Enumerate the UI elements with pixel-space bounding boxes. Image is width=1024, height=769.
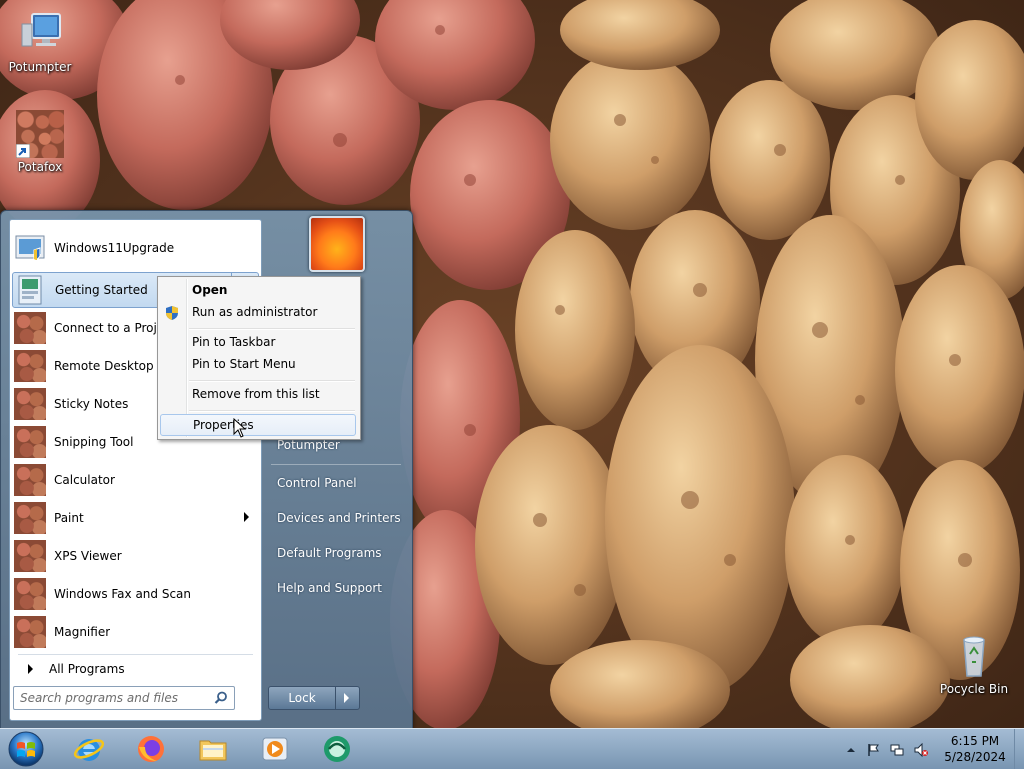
context-menu: Open Run as administrator Pin to Taskbar…	[157, 276, 361, 440]
start-link-label: Devices and Printers	[277, 511, 401, 525]
desktop-icon-computer[interactable]: Potumpter	[0, 10, 80, 74]
taskbar-clock[interactable]: 6:15 PM 5/28/2024	[940, 733, 1010, 765]
taskbar-app[interactable]	[312, 731, 362, 767]
firefox-icon	[138, 736, 164, 762]
program-item-paint[interactable]: Paint	[12, 500, 259, 536]
potato-icon	[14, 312, 46, 344]
internet-explorer-icon	[73, 739, 105, 761]
search-input[interactable]	[20, 690, 206, 705]
potato-icon	[14, 578, 46, 610]
all-programs-label: All Programs	[49, 662, 125, 676]
desktop-icon-recycle-bin[interactable]: Pocycle Bin	[934, 632, 1014, 696]
start-link-help-support[interactable]: Help and Support	[267, 575, 403, 601]
start-orb-icon[interactable]	[4, 730, 48, 768]
clock-time: 6:15 PM	[950, 734, 1000, 748]
program-item-label: Snipping Tool	[54, 435, 134, 449]
volume-muted-icon[interactable]	[914, 743, 928, 757]
right-pane-separator	[271, 464, 401, 465]
context-menu-remove[interactable]: Remove from this list	[160, 383, 356, 405]
context-menu-separator	[189, 328, 355, 330]
program-item-label: Windows Fax and Scan	[54, 587, 192, 601]
taskbar-media-player[interactable]	[250, 731, 300, 767]
taskbar-file-explorer[interactable]	[188, 731, 238, 767]
all-programs-button[interactable]: All Programs	[18, 656, 253, 682]
start-link-control-panel[interactable]: Control Panel	[267, 470, 403, 496]
potato-icon	[14, 540, 46, 572]
taskbar: 6:15 PM 5/28/2024	[0, 728, 1024, 769]
desktop-icon-label: Pocycle Bin	[939, 682, 1009, 696]
program-item-windows11upgrade[interactable]: Windows11Upgrade	[12, 230, 259, 266]
program-item-calculator[interactable]: Calculator	[12, 462, 259, 498]
potato-icon	[14, 388, 46, 420]
desktop-icon-shortcut[interactable]: Potafox	[0, 110, 80, 174]
context-menu-pin-start[interactable]: Pin to Start Menu	[160, 353, 356, 375]
program-item-xps-viewer[interactable]: XPS Viewer	[12, 538, 259, 574]
start-link-label: Default Programs	[277, 546, 382, 560]
start-link-label: Help and Support	[277, 581, 382, 595]
mouse-cursor-icon	[233, 418, 247, 438]
arrow-right-icon	[28, 664, 33, 674]
desktop-icon-label: Potumpter	[8, 60, 72, 74]
program-item-label: Sticky Notes	[54, 397, 129, 411]
start-link-default-programs[interactable]: Default Programs	[267, 540, 403, 566]
taskbar-firefox[interactable]	[126, 731, 176, 767]
recycle-bin-icon	[950, 632, 998, 680]
file-explorer-icon	[199, 740, 227, 761]
program-item-label: XPS Viewer	[54, 549, 122, 563]
show-hidden-icons-icon[interactable]	[844, 743, 858, 757]
lock-button[interactable]: Lock	[269, 687, 336, 709]
search-box[interactable]	[13, 686, 235, 710]
potato-icon	[14, 350, 46, 382]
network-icon[interactable]	[890, 743, 904, 757]
program-item-label: Paint	[54, 511, 84, 525]
shortcut-icon	[16, 110, 64, 158]
taskbar-internet-explorer[interactable]	[64, 731, 114, 767]
programs-separator	[18, 654, 253, 655]
potato-icon	[14, 616, 46, 648]
program-item-label: Magnifier	[54, 625, 111, 639]
submenu-arrow-icon	[244, 512, 249, 522]
lock-button-group: Lock	[268, 686, 360, 710]
action-center-flag-icon[interactable]	[866, 743, 880, 757]
potato-icon	[14, 464, 46, 496]
start-link-label: Control Panel	[277, 476, 357, 490]
start-link-devices-printers[interactable]: Devices and Printers	[267, 505, 403, 531]
program-item-label: Calculator	[54, 473, 115, 487]
user-picture[interactable]	[309, 216, 365, 272]
media-player-icon	[262, 737, 288, 761]
search-icon[interactable]	[214, 691, 228, 705]
start-link-label: Potumpter	[277, 438, 340, 452]
program-item-fax-scan[interactable]: Windows Fax and Scan	[12, 576, 259, 612]
context-menu-run-as-admin[interactable]: Run as administrator	[160, 301, 356, 323]
context-menu-properties[interactable]: Properties	[160, 414, 356, 436]
context-menu-pin-taskbar[interactable]: Pin to Taskbar	[160, 331, 356, 353]
context-menu-separator	[189, 410, 355, 412]
getting-started-icon	[15, 274, 47, 306]
app-icon	[324, 736, 350, 762]
program-item-label: Getting Started	[55, 283, 148, 297]
clock-date: 5/28/2024	[944, 750, 1006, 764]
shutdown-options-arrow-icon[interactable]	[336, 687, 359, 709]
potato-icon	[14, 426, 46, 458]
upgrade-icon	[14, 232, 46, 264]
potato-icon	[14, 502, 46, 534]
computer-icon	[16, 10, 64, 58]
program-item-label: Windows11Upgrade	[54, 241, 175, 255]
context-menu-open[interactable]: Open	[160, 279, 356, 301]
desktop-icon-label: Potafox	[17, 160, 63, 174]
show-desktop-button[interactable]	[1014, 729, 1024, 769]
context-menu-separator	[189, 380, 355, 382]
program-item-magnifier[interactable]: Magnifier	[12, 614, 259, 650]
